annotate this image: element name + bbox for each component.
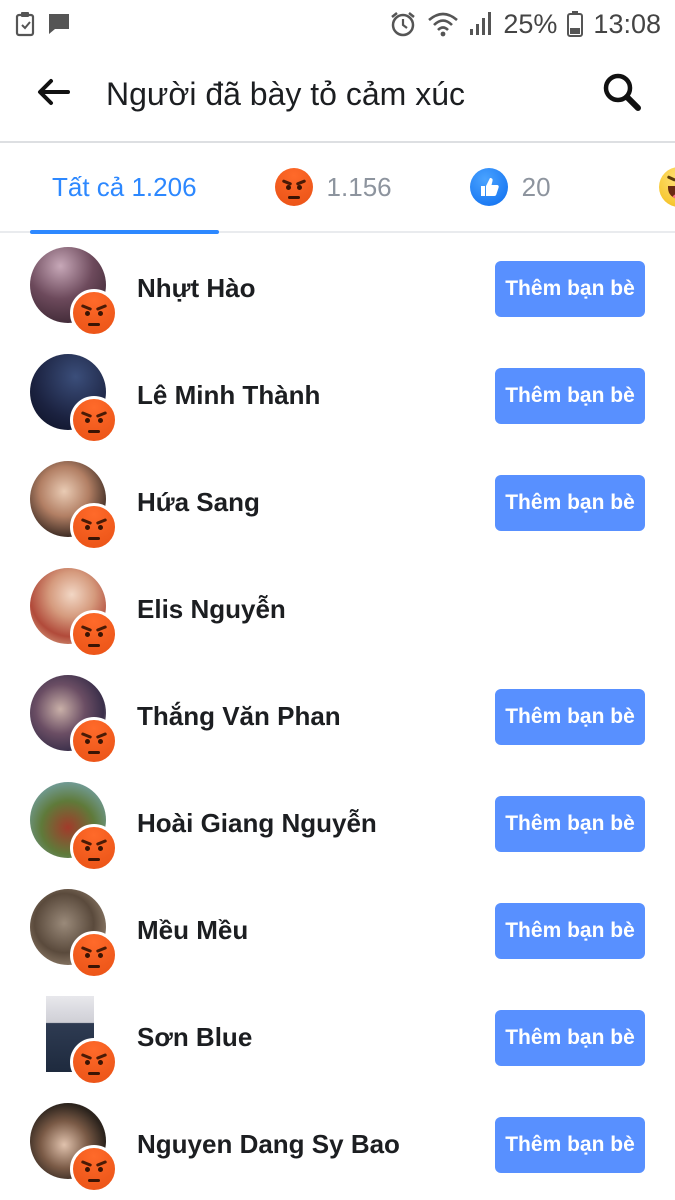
add-friend-button[interactable]: Thêm bạn bè (495, 902, 645, 959)
add-friend-button[interactable]: Thêm bạn bè (495, 1009, 645, 1066)
back-arrow-icon (36, 78, 70, 111)
add-friend-button[interactable]: Thêm bạn bè (495, 260, 645, 317)
like-icon (469, 168, 508, 206)
status-bar-left (14, 11, 72, 37)
tab-haha[interactable] (658, 142, 675, 232)
avatar-container (30, 461, 118, 551)
angry-icon (274, 168, 313, 206)
add-friend-button[interactable]: Thêm bạn bè (495, 1116, 645, 1173)
list-item[interactable]: Mều Mều Thêm bạn bè (0, 877, 675, 984)
avatar-container (30, 1103, 118, 1193)
wifi-icon (427, 11, 459, 37)
list-item[interactable]: Nhựt Hào Thêm bạn bè (0, 235, 675, 342)
clipboard-icon (14, 11, 36, 37)
haha-icon (658, 167, 675, 207)
list-item[interactable]: Sơn Blue Thêm bạn bè (0, 984, 675, 1091)
app-bar: Người đã bày tỏ cảm xúc (0, 48, 675, 143)
list-item[interactable]: Thắng Văn Phan Thêm bạn bè (0, 663, 675, 770)
angry-icon (70, 503, 118, 551)
add-friend-button[interactable]: Thêm bạn bè (495, 795, 645, 852)
list-item[interactable]: Hoài Giang Nguyễn Thêm bạn bè (0, 770, 675, 877)
person-name[interactable]: Hứa Sang (137, 487, 260, 518)
reaction-people-list: Nhựt Hào Thêm bạn bè Lê Minh Thành Thêm … (0, 235, 675, 1198)
avatar-container (30, 996, 118, 1086)
avatar-container (30, 247, 118, 337)
angry-icon (70, 1145, 118, 1193)
avatar-container (30, 354, 118, 444)
battery-icon (567, 11, 584, 37)
status-bar-right: 25% 13:08 (389, 9, 661, 40)
add-friend-button[interactable]: Thêm bạn bè (495, 474, 645, 531)
alarm-icon (389, 10, 417, 38)
list-item[interactable]: Hứa Sang Thêm bạn bè (0, 449, 675, 556)
person-name[interactable]: Nguyen Dang Sy Bao (137, 1129, 400, 1160)
signal-icon (469, 11, 493, 37)
tab-like-count: 20 (521, 171, 551, 202)
tab-like[interactable]: 20 (469, 142, 551, 232)
page-title: Người đã bày tỏ cảm xúc (106, 76, 465, 112)
angry-icon (70, 396, 118, 444)
person-name[interactable]: Sơn Blue (137, 1022, 252, 1053)
avatar-container (30, 782, 118, 872)
avatar-container (30, 568, 118, 658)
list-item[interactable]: Nguyen Dang Sy Bao Thêm bạn bè (0, 1091, 675, 1198)
list-item[interactable]: Elis Nguyễn (0, 556, 675, 663)
person-name[interactable]: Nhựt Hào (137, 273, 256, 304)
battery-percent: 25% (503, 8, 558, 39)
angry-icon (70, 289, 118, 337)
tab-all[interactable]: Tất cả 1.206 (30, 142, 219, 234)
tab-angry[interactable]: 1.156 (274, 142, 392, 232)
message-icon (46, 11, 72, 37)
angry-icon (70, 1038, 118, 1086)
angry-icon (70, 717, 118, 765)
add-friend-button[interactable]: Thêm bạn bè (495, 367, 645, 424)
person-name[interactable]: Hoài Giang Nguyễn (137, 808, 377, 839)
angry-icon (70, 824, 118, 872)
reaction-tabs: Tất cả 1.206 1.156 20 (0, 142, 675, 234)
clock: 13:08 (593, 8, 661, 39)
angry-icon (70, 610, 118, 658)
search-icon (602, 72, 642, 117)
person-name[interactable]: Lê Minh Thành (137, 380, 320, 411)
status-bar: 25% 13:08 (0, 0, 675, 48)
avatar-container (30, 675, 118, 765)
avatar-container (30, 889, 118, 979)
angry-icon (70, 931, 118, 979)
person-name[interactable]: Mều Mều (137, 915, 248, 946)
add-friend-button[interactable]: Thêm bạn bè (495, 688, 645, 745)
tab-all-label: Tất cả 1.206 (52, 171, 197, 202)
person-name[interactable]: Thắng Văn Phan (137, 701, 341, 732)
person-name[interactable]: Elis Nguyễn (137, 594, 286, 625)
list-item[interactable]: Lê Minh Thành Thêm bạn bè (0, 342, 675, 449)
search-button[interactable] (591, 64, 653, 126)
back-button[interactable] (22, 64, 84, 126)
tab-angry-count: 1.156 (326, 171, 392, 202)
